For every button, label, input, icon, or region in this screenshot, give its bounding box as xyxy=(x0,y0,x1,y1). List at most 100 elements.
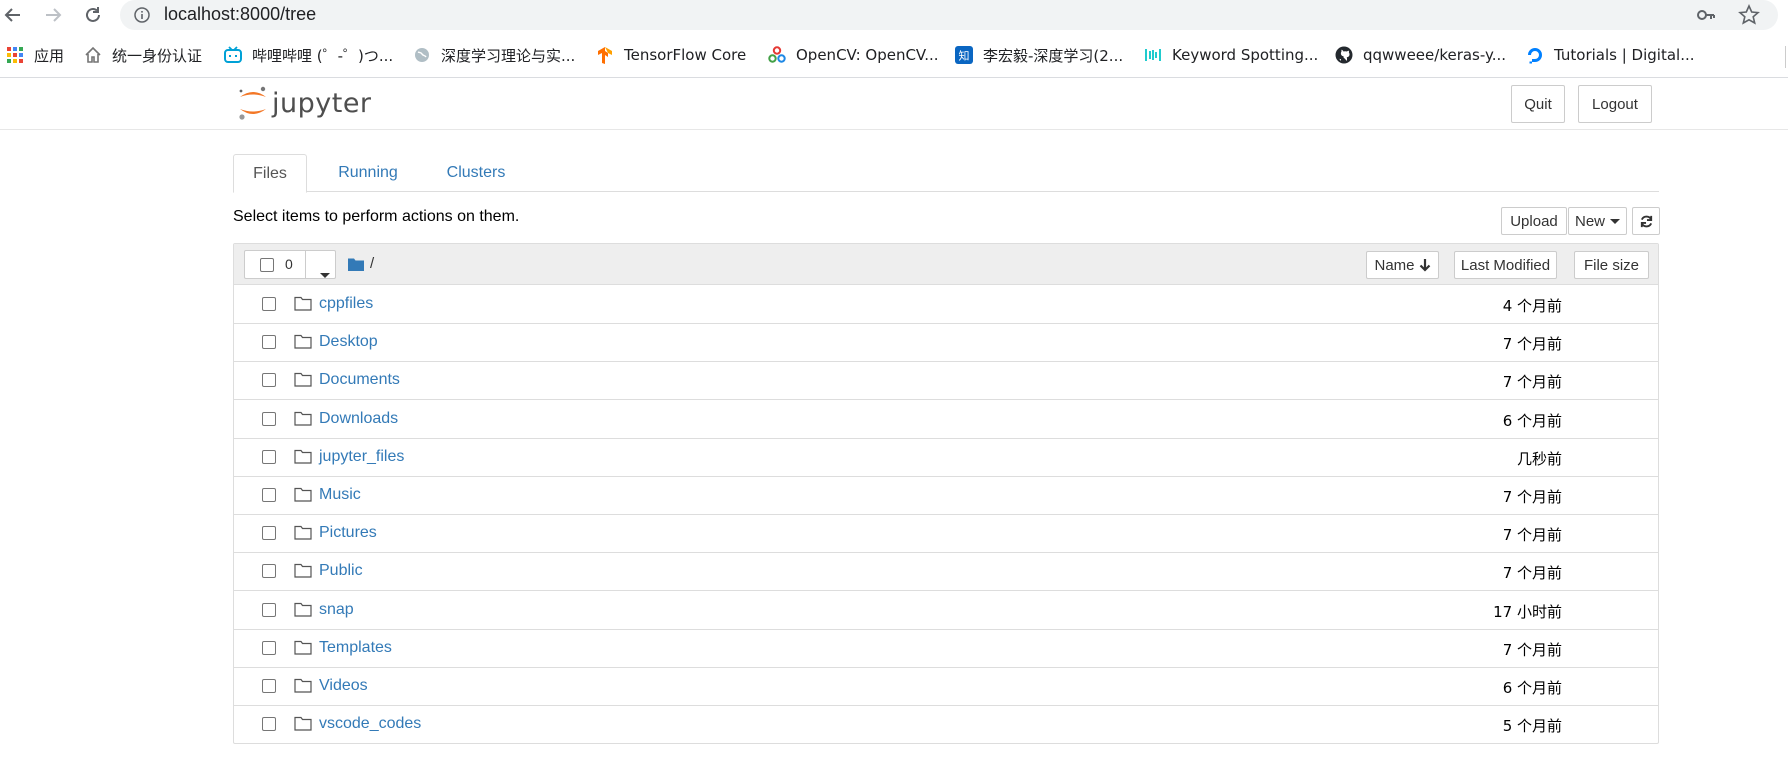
item-last-modified: 4 个月前 xyxy=(1502,297,1562,315)
apps-grid-icon xyxy=(6,46,24,64)
tab-files[interactable]: Files xyxy=(233,154,307,193)
address-bar[interactable]: localhost:8000/tree xyxy=(120,0,1778,30)
item-name-link[interactable]: jupyter_files xyxy=(319,448,404,466)
list-item[interactable]: Pictures 7 个月前 xyxy=(234,515,1658,554)
info-icon[interactable] xyxy=(134,7,150,23)
list-item[interactable]: Desktop 7 个月前 xyxy=(234,324,1658,363)
digitalocean-icon xyxy=(1526,46,1544,64)
bookmarks-divider xyxy=(1785,46,1786,68)
item-name-link[interactable]: snap xyxy=(319,601,354,619)
item-name-link[interactable]: cppfiles xyxy=(319,295,373,313)
key-icon[interactable] xyxy=(1696,6,1716,24)
back-button[interactable] xyxy=(0,2,26,28)
item-name-link[interactable]: vscode_codes xyxy=(319,715,421,733)
folder-icon xyxy=(294,602,312,617)
folder-icon xyxy=(294,640,312,655)
item-last-modified: 6 个月前 xyxy=(1502,411,1562,430)
row-checkbox[interactable] xyxy=(262,564,276,579)
list-item[interactable]: jupyter_files 几秒前 xyxy=(234,439,1658,477)
item-name-link[interactable]: Documents xyxy=(319,371,400,389)
sort-by-file-size-button[interactable]: File size xyxy=(1574,251,1649,279)
list-item[interactable]: Public 7 个月前 xyxy=(234,553,1658,592)
url-text[interactable]: localhost:8000/tree xyxy=(164,4,316,25)
item-name-link[interactable]: Downloads xyxy=(319,410,398,428)
bookmark-identity-auth[interactable]: 统一身份认证 xyxy=(84,43,202,67)
select-divider xyxy=(305,251,306,278)
file-list: 0 / Name Last Modified File size cppfile… xyxy=(233,243,1659,744)
row-checkbox[interactable] xyxy=(262,679,276,693)
upload-button[interactable]: Upload xyxy=(1501,207,1567,235)
bookmark-label: 哔哩哔哩 (゜-゜)つ... xyxy=(252,46,394,65)
item-name-link[interactable]: Videos xyxy=(319,677,368,695)
row-checkbox[interactable] xyxy=(262,335,276,350)
tensorflow-icon xyxy=(596,46,614,64)
row-checkbox[interactable] xyxy=(262,449,276,464)
row-checkbox[interactable] xyxy=(262,640,276,655)
folder-icon xyxy=(294,525,312,540)
bookmark-label: 应用 xyxy=(34,46,65,65)
list-item[interactable]: Music 7 个月前 xyxy=(234,477,1658,515)
bookmark-label: 统一身份认证 xyxy=(112,46,203,65)
bookmark-bilibili[interactable]: 哔哩哔哩 (゜-゜)つ... xyxy=(224,43,393,67)
forward-button[interactable] xyxy=(40,2,66,28)
row-checkbox[interactable] xyxy=(262,373,276,388)
folder-icon xyxy=(348,258,364,271)
item-name-link[interactable]: Public xyxy=(319,562,363,580)
list-item[interactable]: Videos 6 个月前 xyxy=(234,668,1658,706)
item-last-modified: 7 个月前 xyxy=(1502,373,1562,392)
item-name-link[interactable]: Templates xyxy=(319,639,392,657)
star-icon[interactable] xyxy=(1738,4,1760,26)
bookmark-digitalocean[interactable]: Tutorials | Digital... xyxy=(1526,43,1695,67)
list-item[interactable]: cppfiles 4 个月前 xyxy=(234,286,1658,324)
refresh-button[interactable] xyxy=(1632,207,1660,235)
sort-by-name-button[interactable]: Name xyxy=(1366,251,1439,279)
row-checkbox[interactable] xyxy=(262,717,276,732)
caret-down-icon xyxy=(320,273,330,278)
bookmark-deep-learning[interactable]: 深度学习理论与实... xyxy=(413,43,575,67)
bookmark-opencv[interactable]: OpenCV: OpenCV... xyxy=(768,43,939,67)
list-item[interactable]: vscode_codes 5 个月前 xyxy=(234,706,1658,744)
bookmark-keyword-spotting[interactable]: Keyword Spotting... xyxy=(1144,43,1318,67)
reload-button[interactable] xyxy=(80,2,106,28)
bookmark-apps[interactable]: 应用 xyxy=(6,43,64,67)
list-item[interactable]: Documents 7 个月前 xyxy=(234,362,1658,401)
caret-down-icon xyxy=(1610,218,1620,224)
select-all-group: 0 xyxy=(244,250,336,279)
item-name-link[interactable]: Music xyxy=(319,486,361,504)
bookmark-tensorflow[interactable]: TensorFlow Core xyxy=(596,43,746,67)
quit-button[interactable]: Quit xyxy=(1511,85,1565,123)
tab-running[interactable]: Running xyxy=(318,154,418,192)
logo-text: jupyter xyxy=(272,87,372,119)
jupyter-logo[interactable]: jupyter xyxy=(237,84,372,122)
logout-button[interactable]: Logout xyxy=(1578,85,1652,123)
paperswithcode-icon xyxy=(1144,46,1162,64)
row-checkbox[interactable] xyxy=(262,411,276,426)
row-checkbox[interactable] xyxy=(262,297,276,311)
arrow-down-icon xyxy=(1419,259,1430,272)
folder-icon xyxy=(294,411,312,426)
row-checkbox[interactable] xyxy=(262,488,276,502)
select-all-checkbox[interactable] xyxy=(260,258,274,272)
item-last-modified: 6 个月前 xyxy=(1502,679,1562,697)
row-checkbox[interactable] xyxy=(262,602,276,617)
breadcrumb-path: / xyxy=(370,255,375,272)
sort-by-last-modified-button[interactable]: Last Modified xyxy=(1454,251,1557,279)
bookmark-zhihu[interactable]: 知 李宏毅-深度学习(2... xyxy=(955,43,1123,67)
list-item[interactable]: Templates 7 个月前 xyxy=(234,630,1658,668)
bookmark-github[interactable]: qqwweee/keras-y... xyxy=(1335,43,1506,67)
row-checkbox[interactable] xyxy=(262,526,276,541)
refresh-icon xyxy=(1640,215,1652,227)
tab-bar: Files Running Clusters xyxy=(233,154,1659,193)
item-name-link[interactable]: Pictures xyxy=(319,524,377,542)
list-item[interactable]: snap 17 小时前 xyxy=(234,592,1658,630)
new-dropdown-button[interactable]: New xyxy=(1568,207,1627,235)
tab-clusters[interactable]: Clusters xyxy=(426,154,526,192)
item-name-link[interactable]: Desktop xyxy=(319,333,378,351)
sort-name-label: Name xyxy=(1374,256,1415,274)
opencv-icon xyxy=(768,46,786,64)
bookmark-label: Keyword Spotting... xyxy=(1172,46,1319,64)
select-menu-dropdown[interactable] xyxy=(315,263,330,282)
bookmark-label: 深度学习理论与实... xyxy=(441,46,576,65)
list-item[interactable]: Downloads 6 个月前 xyxy=(234,401,1658,439)
breadcrumb[interactable]: / xyxy=(348,255,374,272)
